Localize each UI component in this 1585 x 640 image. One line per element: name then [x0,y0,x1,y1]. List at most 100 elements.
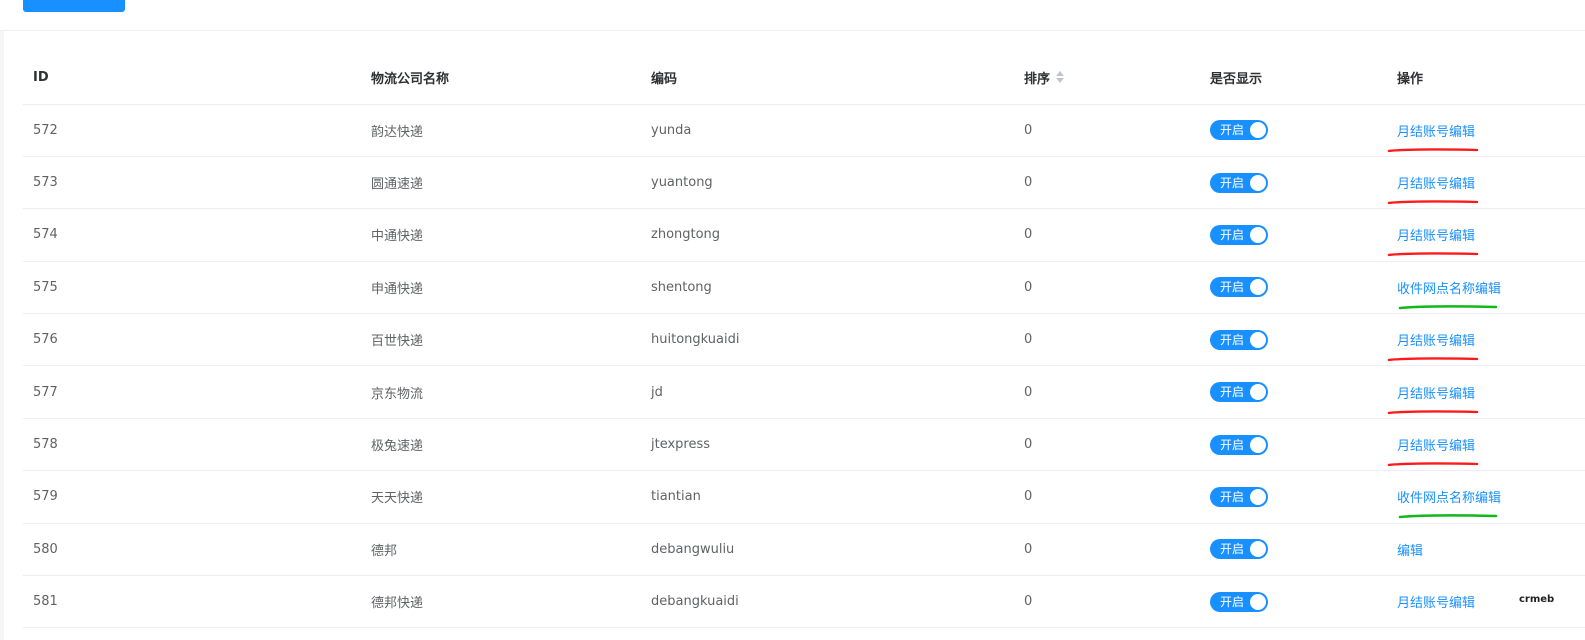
cell-code: zhongtong [641,208,1014,262]
operation-link[interactable]: 月结账号编辑 [1387,330,1479,362]
table-row: 575 申通快递 shentong 0 开启 收件网点名称编辑 [23,261,1585,315]
show-toggle[interactable]: 开启 [1210,486,1268,507]
cell-show: 开启 [1200,575,1387,629]
cell-company-name: 京东物流 [361,365,641,419]
operation-link[interactable]: 收件网点名称编辑 [1397,278,1501,310]
operation-link[interactable]: 月结账号编辑 [1387,225,1479,257]
cell-id: 573 [23,156,361,210]
toggle-knob [1250,122,1266,139]
toggle-knob [1250,488,1266,505]
underline-stroke [1398,304,1498,310]
cell-operation: 月结账号编辑 [1387,418,1585,472]
cell-show: 开启 [1200,365,1387,419]
underline-stroke [1387,200,1479,205]
column-header-code: 编码 [641,51,1014,105]
cell-sort: 0 [1014,104,1200,157]
cell-id: 578 [23,418,361,472]
table-row: 578 极兔速递 jtexpress 0 开启 月结账号编辑 [23,418,1585,472]
column-header-operation: 操作 [1387,51,1585,105]
cell-code: debangkuaidi [641,575,1014,629]
cell-show: 开启 [1200,208,1387,262]
toggle-knob [1250,541,1266,558]
hand-drawn-underline-mark [1398,514,1498,519]
cell-id: 577 [23,365,361,419]
show-toggle[interactable]: 开启 [1210,277,1268,298]
operation-link[interactable]: 月结账号编辑 [1397,592,1475,611]
cell-show: 开启 [1200,470,1387,524]
cell-show: 开启 [1200,261,1387,315]
cell-id: 574 [23,208,361,262]
column-header-sort[interactable]: 排序 [1014,51,1200,105]
table-row: 576 百世快递 huitongkuaidi 0 开启 月结账号编辑 [23,313,1585,367]
operation-link[interactable]: 月结账号编辑 [1387,435,1479,467]
underline-stroke [1387,462,1479,467]
cell-code: jtexpress [641,418,1014,472]
show-toggle[interactable]: 开启 [1210,224,1268,245]
cell-code: tiantian [641,470,1014,524]
operation-link[interactable]: 月结账号编辑 [1387,383,1479,414]
hand-drawn-underline-mark [1387,462,1479,467]
cell-sort: 0 [1014,365,1200,419]
hand-drawn-underline-mark [1387,200,1479,205]
logistics-list-page: ID 物流公司名称 编码 排序 是否显示 操作 572 韵达快递 yunda 0… [0,0,1585,640]
cell-id: 581 [23,575,361,629]
operation-link[interactable]: 编辑 [1397,540,1423,559]
cell-id: 572 [23,104,361,157]
cell-company-name: 中通快递 [361,208,641,262]
cell-company-name: 申通快递 [361,261,641,315]
sort-header-control[interactable]: 排序 [1024,68,1065,87]
toggle-knob [1250,593,1266,610]
cell-sort: 0 [1014,523,1200,577]
show-toggle[interactable]: 开启 [1210,120,1268,141]
cell-sort: 0 [1014,208,1200,262]
sort-caret-icon[interactable] [1056,71,1065,84]
show-toggle[interactable]: 开启 [1210,329,1268,350]
logistics-table: ID 物流公司名称 编码 排序 是否显示 操作 572 韵达快递 yunda 0… [23,51,1585,629]
column-header-id: ID [23,51,361,105]
cell-operation: 月结账号编辑 [1387,156,1585,210]
underline-stroke [1387,252,1479,257]
cell-operation: 月结账号编辑 [1387,365,1585,419]
underline-stroke [1387,409,1479,414]
cell-code: yunda [641,104,1014,157]
cell-company-name: 圆通速递 [361,156,641,210]
cell-id: 579 [23,470,361,524]
cell-sort: 0 [1014,313,1200,367]
cell-operation: 月结账号编辑 [1387,104,1585,157]
sort-ascending-icon[interactable] [1056,71,1065,77]
cell-sort: 0 [1014,418,1200,472]
show-toggle[interactable]: 开启 [1210,539,1268,560]
logistics-table-container: ID 物流公司名称 编码 排序 是否显示 操作 572 韵达快递 yunda 0… [23,51,1585,640]
show-toggle[interactable]: 开启 [1210,172,1268,193]
cell-show: 开启 [1200,313,1387,367]
operation-link[interactable]: 月结账号编辑 [1387,121,1479,152]
show-toggle[interactable]: 开启 [1210,382,1268,403]
cell-operation: 编辑 [1387,523,1585,577]
cell-show: 开启 [1200,418,1387,472]
cell-operation: 月结账号编辑 [1387,575,1585,629]
cell-operation: 月结账号编辑 [1387,208,1585,262]
cell-code: debangwuliu [641,523,1014,577]
cell-id: 576 [23,313,361,367]
cell-sort: 0 [1014,575,1200,629]
cell-operation: 月结账号编辑 [1387,313,1585,367]
sort-descending-icon[interactable] [1056,78,1065,84]
cell-operation: 收件网点名称编辑 [1387,261,1585,315]
cell-sort: 0 [1014,156,1200,210]
table-row: 574 中通快递 zhongtong 0 开启 月结账号编辑 [23,208,1585,262]
cell-code: shentong [641,261,1014,315]
show-toggle[interactable]: 开启 [1210,591,1268,612]
cell-id: 575 [23,261,361,315]
cell-company-name: 天天快递 [361,470,641,524]
show-toggle[interactable]: 开启 [1210,434,1268,455]
crmeb-logo: crmeb [1519,594,1555,605]
operation-link[interactable]: 月结账号编辑 [1387,173,1479,205]
table-row: 572 韵达快递 yunda 0 开启 月结账号编辑 [23,104,1585,157]
table-row: 577 京东物流 jd 0 开启 月结账号编辑 [23,365,1585,419]
operation-link[interactable]: 收件网点名称编辑 [1397,487,1501,519]
cell-operation: 收件网点名称编辑 [1387,470,1585,524]
cell-company-name: 德邦 [361,523,641,577]
top-toolbar [0,0,1585,31]
left-divider [0,0,4,640]
top-action-button[interactable] [23,0,125,12]
